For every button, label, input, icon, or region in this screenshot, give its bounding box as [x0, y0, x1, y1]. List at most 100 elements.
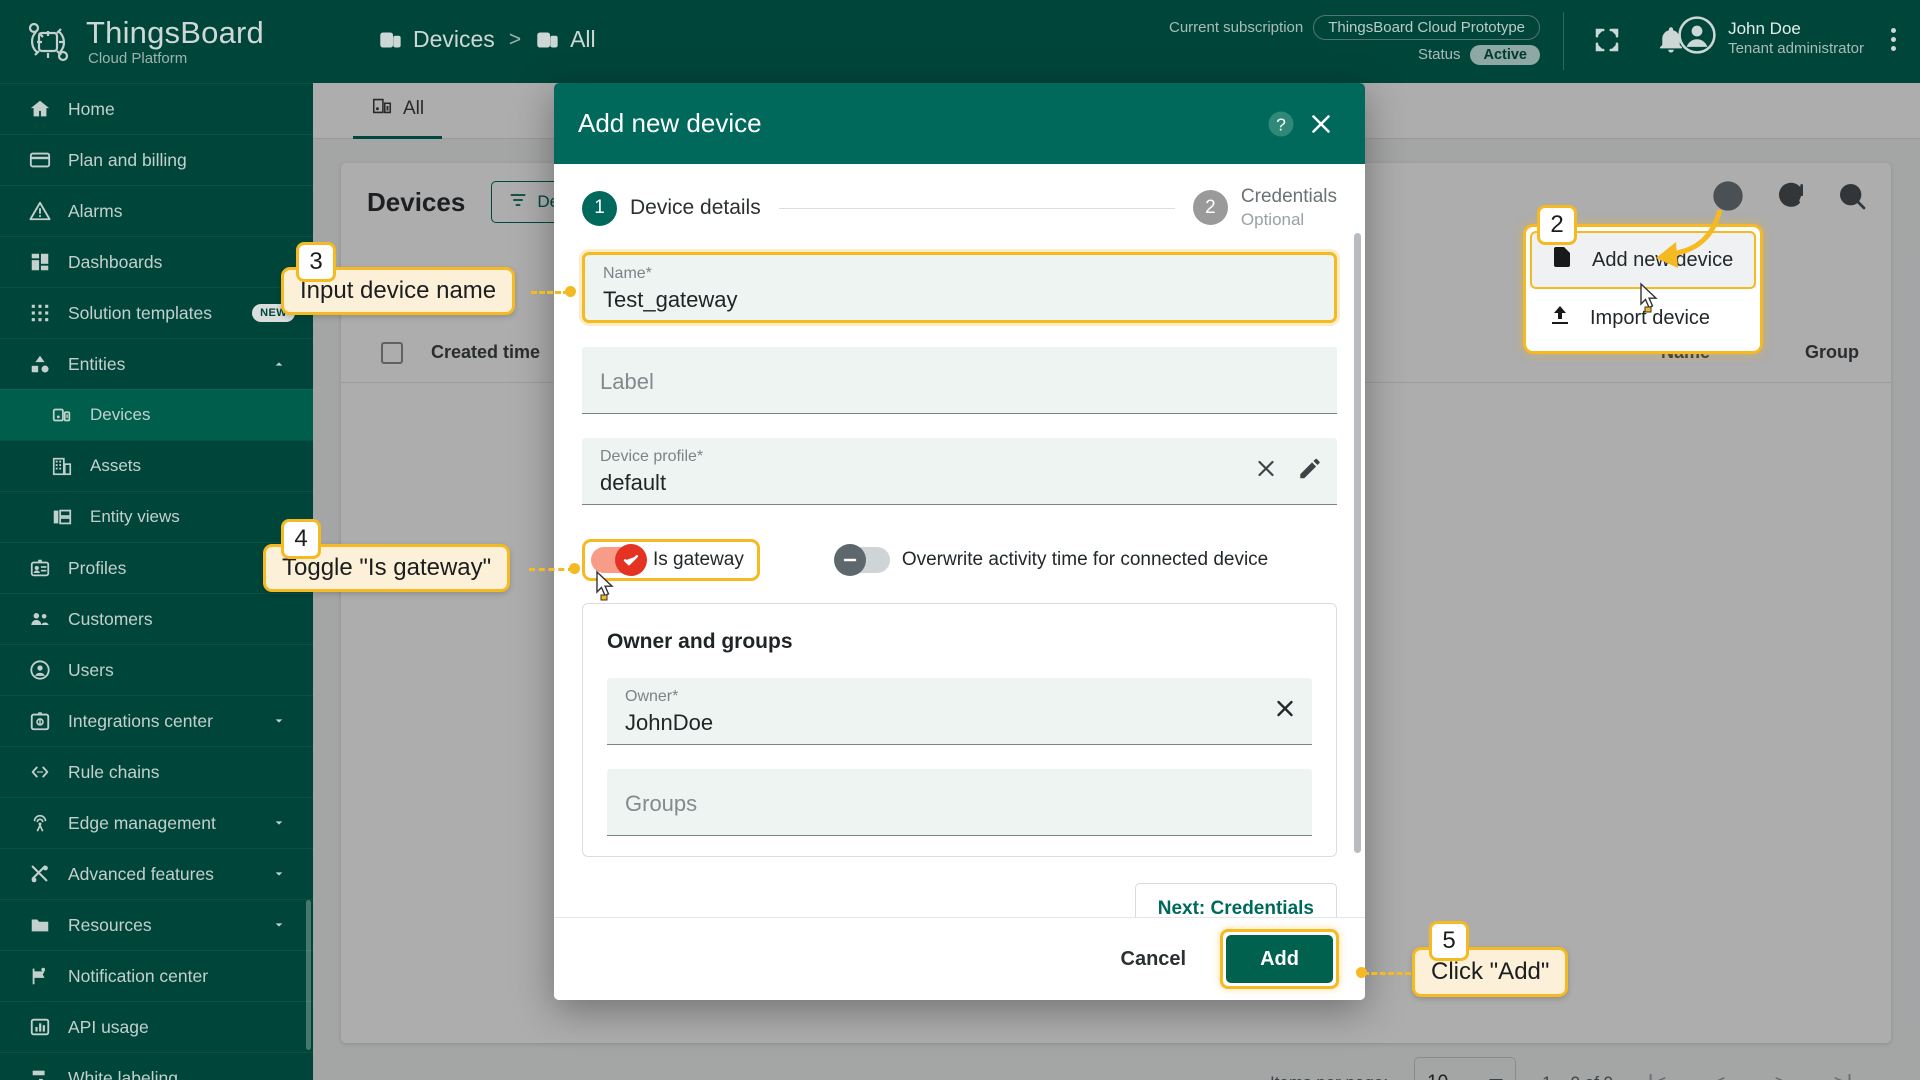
- subscription-chip[interactable]: ThingsBoard Cloud Prototype: [1313, 15, 1540, 40]
- label-field-placeholder: Label: [600, 369, 1319, 395]
- sidebar-item-plan-and-billing[interactable]: Plan and billing: [0, 134, 313, 185]
- subscription-info: Current subscription ThingsBoard Cloud P…: [1169, 14, 1540, 68]
- avatar: [1678, 16, 1716, 59]
- close-icon[interactable]: [1301, 104, 1341, 144]
- groups-field[interactable]: Groups: [607, 769, 1312, 836]
- credit-card-icon: [28, 148, 52, 172]
- sidebar-item-label: Dashboards: [68, 252, 162, 273]
- edge-antenna-icon: [28, 811, 52, 835]
- sidebar-item-entity-views[interactable]: Entity views: [0, 491, 313, 542]
- sidebar-item-dashboards[interactable]: Dashboards: [0, 236, 313, 287]
- owner-and-groups-panel: Owner and groups Owner* JohnDoe Groups: [582, 603, 1337, 857]
- add-label: Add: [1260, 948, 1299, 971]
- overwrite-activity-toggle[interactable]: [838, 547, 890, 573]
- rule-chains-icon: [28, 760, 52, 784]
- sidebar-item-home[interactable]: Home: [0, 83, 313, 134]
- svg-text:?: ?: [1276, 114, 1286, 134]
- sidebar-item-notification-center[interactable]: Notification center: [0, 950, 313, 1001]
- sidebar-item-entities[interactable]: Entities: [0, 338, 313, 389]
- sidebar-item-integrations-center[interactable]: Integrations center: [0, 695, 313, 746]
- fullscreen-icon[interactable]: [1592, 25, 1624, 57]
- more-vertical-icon[interactable]: [1878, 24, 1908, 58]
- is-gateway-label: Is gateway: [653, 549, 744, 571]
- alarm-triangle-icon: [28, 199, 52, 223]
- sidebar-item-edge-management[interactable]: Edge management: [0, 797, 313, 848]
- folder-icon: [28, 913, 52, 937]
- minus-icon: [834, 544, 866, 576]
- sidebar-item-advanced-features[interactable]: Advanced features: [0, 848, 313, 899]
- topbar-divider: [1563, 12, 1564, 70]
- brand-logo[interactable]: ThingsBoard Cloud Platform: [0, 0, 313, 83]
- label-field[interactable]: Label: [582, 347, 1337, 414]
- callout-3-connector: [531, 291, 569, 294]
- assets-building-icon: [50, 454, 74, 478]
- stepper-connector: [779, 208, 1175, 209]
- add-button[interactable]: Add: [1226, 935, 1333, 983]
- sidebar-item-resources[interactable]: Resources: [0, 899, 313, 950]
- cursor-pointer-icon: [592, 570, 618, 602]
- sidebar-item-alarms[interactable]: Alarms: [0, 185, 313, 236]
- owner-and-groups-title: Owner and groups: [607, 630, 1312, 654]
- api-chart-icon: [28, 1015, 52, 1039]
- chevron-down-icon[interactable]: [271, 713, 287, 729]
- sidebar-item-rule-chains[interactable]: Rule chains: [0, 746, 313, 797]
- callout-5-dot: [1356, 967, 1367, 978]
- owner-field[interactable]: Owner* JohnDoe: [607, 678, 1312, 745]
- chevron-down-icon[interactable]: [271, 356, 287, 372]
- sidebar-item-label: Integrations center: [68, 711, 213, 732]
- breadcrumb: Devices > All: [378, 26, 596, 53]
- step-2-label: Credentials: [1241, 184, 1337, 210]
- dialog-scrollbar[interactable]: [1354, 233, 1361, 853]
- device-icon: [50, 403, 74, 427]
- chevron-down-icon[interactable]: [271, 815, 287, 831]
- sidebar-item-api-usage[interactable]: API usage: [0, 1001, 313, 1052]
- sidebar-item-label: Plan and billing: [68, 150, 187, 171]
- sidebar-item-users[interactable]: Users: [0, 644, 313, 695]
- sidebar-item-customers[interactable]: Customers: [0, 593, 313, 644]
- sidebar-scrollbar[interactable]: [306, 900, 311, 1050]
- dialog-header: Add new device ?: [554, 83, 1365, 164]
- sidebar-item-devices[interactable]: Devices: [0, 389, 313, 440]
- sidebar-item-label: Profiles: [68, 558, 126, 579]
- callout-badge-4: 4: [281, 519, 321, 559]
- sidebar-item-label: Customers: [68, 609, 153, 630]
- sidebar-item-label: Home: [68, 99, 115, 120]
- callout-5-text: Click "Add": [1431, 958, 1549, 986]
- name-field[interactable]: Name* Test_gateway: [582, 252, 1337, 323]
- user-circle-icon: [28, 658, 52, 682]
- user-menu[interactable]: John Doe Tenant administrator: [1678, 16, 1864, 59]
- toggles-row: Is gateway Overwrite activity time for c…: [582, 529, 1337, 591]
- apps-grid-icon: [28, 301, 52, 325]
- breadcrumb-item-all[interactable]: All: [535, 26, 596, 53]
- sidebar-item-label: API usage: [68, 1017, 149, 1038]
- status-label: Status: [1418, 46, 1461, 63]
- help-circle-icon[interactable]: ?: [1261, 104, 1301, 144]
- clear-icon[interactable]: [1272, 696, 1298, 727]
- step-1-circle[interactable]: 1: [582, 191, 617, 226]
- cancel-button[interactable]: Cancel: [1105, 935, 1203, 983]
- chevron-down-icon[interactable]: [271, 917, 287, 933]
- user-name: John Doe: [1728, 18, 1864, 41]
- sidebar-item-solution-templates[interactable]: Solution templatesNEW: [0, 287, 313, 338]
- sidebar-item-label: Assets: [90, 456, 141, 476]
- clear-icon[interactable]: [1253, 456, 1279, 487]
- dialog-stepper: 1 Device details 2 Credentials Optional: [582, 164, 1337, 252]
- name-field-value: Test_gateway: [603, 287, 1316, 313]
- step-2-circle[interactable]: 2: [1193, 190, 1228, 225]
- check-icon: [615, 544, 647, 576]
- breadcrumb-item-devices[interactable]: Devices: [378, 26, 495, 53]
- sidebar-item-white-labeling[interactable]: White labeling: [0, 1052, 313, 1080]
- device-profile-field[interactable]: Device profile* default: [582, 438, 1337, 505]
- dialog-footer: Cancel Add: [554, 917, 1365, 1000]
- sidebar-item-assets[interactable]: Assets: [0, 440, 313, 491]
- thingsboard-logo-icon: [22, 16, 74, 68]
- tools-icon: [28, 862, 52, 886]
- sidebar-item-label: Resources: [68, 915, 152, 936]
- step-2-sublabel: Optional: [1241, 209, 1337, 232]
- edit-pencil-icon[interactable]: [1297, 456, 1323, 487]
- sidebar-item-label: Advanced features: [68, 864, 214, 885]
- brand-name: ThingsBoard: [86, 17, 264, 48]
- dialog-title: Add new device: [578, 108, 1261, 139]
- home-icon: [28, 97, 52, 121]
- chevron-down-icon[interactable]: [271, 866, 287, 882]
